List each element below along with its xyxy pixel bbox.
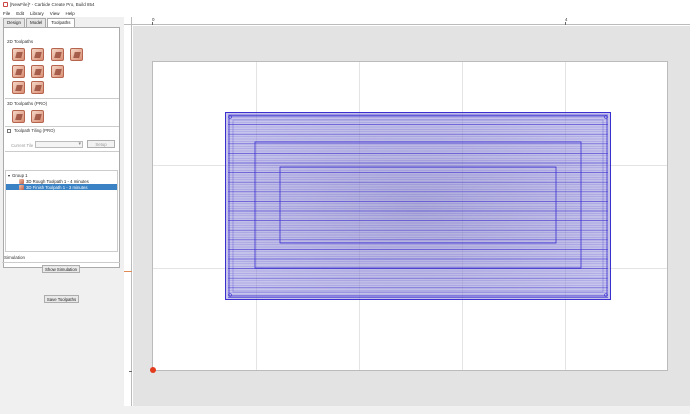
app-icon [3,2,8,7]
save-toolpaths-button[interactable]: Save Toolpaths [44,295,79,303]
drill-toolpath-icon[interactable] [70,48,83,61]
toolpath-preview [225,112,611,300]
ruler-tick [152,22,153,25]
toolpath-region [225,112,611,300]
menu-edit[interactable]: Edit [16,11,24,16]
group-label: Group 1 [12,172,28,178]
ruler-corner [124,17,132,25]
engrave-toolpath-icon[interactable] [31,81,44,94]
canvas-area: 0 4 [124,17,690,406]
tab-toolpaths[interactable]: Toolpaths [47,18,75,27]
divider [5,126,119,127]
divider [5,151,119,152]
pocket-toolpath-icon[interactable] [31,48,44,61]
menu-help[interactable]: Help [65,11,74,16]
tree-item-label: 3D Rough Toolpath 1 - 4 minutes [26,178,89,184]
side-panel: Design Model Toolpaths 2D Toolpaths 3D T… [2,17,120,406]
left-ruler [124,25,132,406]
tab-design[interactable]: Design [3,18,26,27]
ruler-tick [565,22,566,25]
tiling-checkbox[interactable] [7,129,11,133]
mode-tabs: Design Model Toolpaths [3,18,76,27]
toolpath-icon [19,184,24,190]
vcarve-toolpath-icon[interactable] [12,65,25,78]
3d-rough-toolpath-icon[interactable] [12,110,25,123]
top-ruler: 0 4 [132,17,690,25]
current-tile-label: Current Tile [11,143,34,148]
setup-button[interactable]: Setup [87,140,115,148]
tree-item-label: 3D Finish Toolpath 1 - 3 minutes [26,184,88,190]
3d-viewport[interactable] [133,26,690,406]
section-3d-toolpaths: 3D Toolpaths (PRO) [7,101,48,106]
origin-marker-icon [150,367,156,373]
texture-toolpath-icon[interactable] [31,65,44,78]
menu-library[interactable]: Library [30,11,44,16]
current-tile-select[interactable] [35,141,83,148]
tiling-label: Toolpath Tiling (PRO) [14,128,55,133]
simulation-title: Simulation [4,255,26,260]
advanced-vcarve-icon[interactable] [51,48,64,61]
status-strip [0,406,690,414]
divider [2,262,120,263]
title-bar: [NewFile]* - Carbide Create Pro, Build 8… [0,0,690,9]
show-simulation-button[interactable]: Show Simulation [42,265,80,273]
toolpath-list: ▾ Group 1 3D Rough Toolpath 1 - 4 minute… [5,170,118,252]
rapid-adaptive-icon[interactable] [12,81,25,94]
ruler-tick [129,371,132,372]
3d-finish-toolpath-icon[interactable] [31,110,44,123]
section-2d-toolpaths: 2D Toolpaths [7,39,34,44]
tab-model[interactable]: Model [26,18,47,27]
contour-toolpath-icon[interactable] [12,48,25,61]
tree-item-finish[interactable]: 3D Finish Toolpath 1 - 3 minutes [6,184,117,190]
ruler-cursor-marker [124,271,132,272]
chamfer-toolpath-icon[interactable] [51,65,64,78]
divider [5,98,119,99]
window-title: [NewFile]* - Carbide Create Pro, Build 8… [10,2,95,7]
toolpath-icon [19,178,24,184]
menu-view[interactable]: View [50,11,60,16]
menu-bar: File Edit Library View Help [0,9,690,17]
menu-file[interactable]: File [3,11,10,16]
chevron-down-icon[interactable]: ▾ [8,173,10,178]
